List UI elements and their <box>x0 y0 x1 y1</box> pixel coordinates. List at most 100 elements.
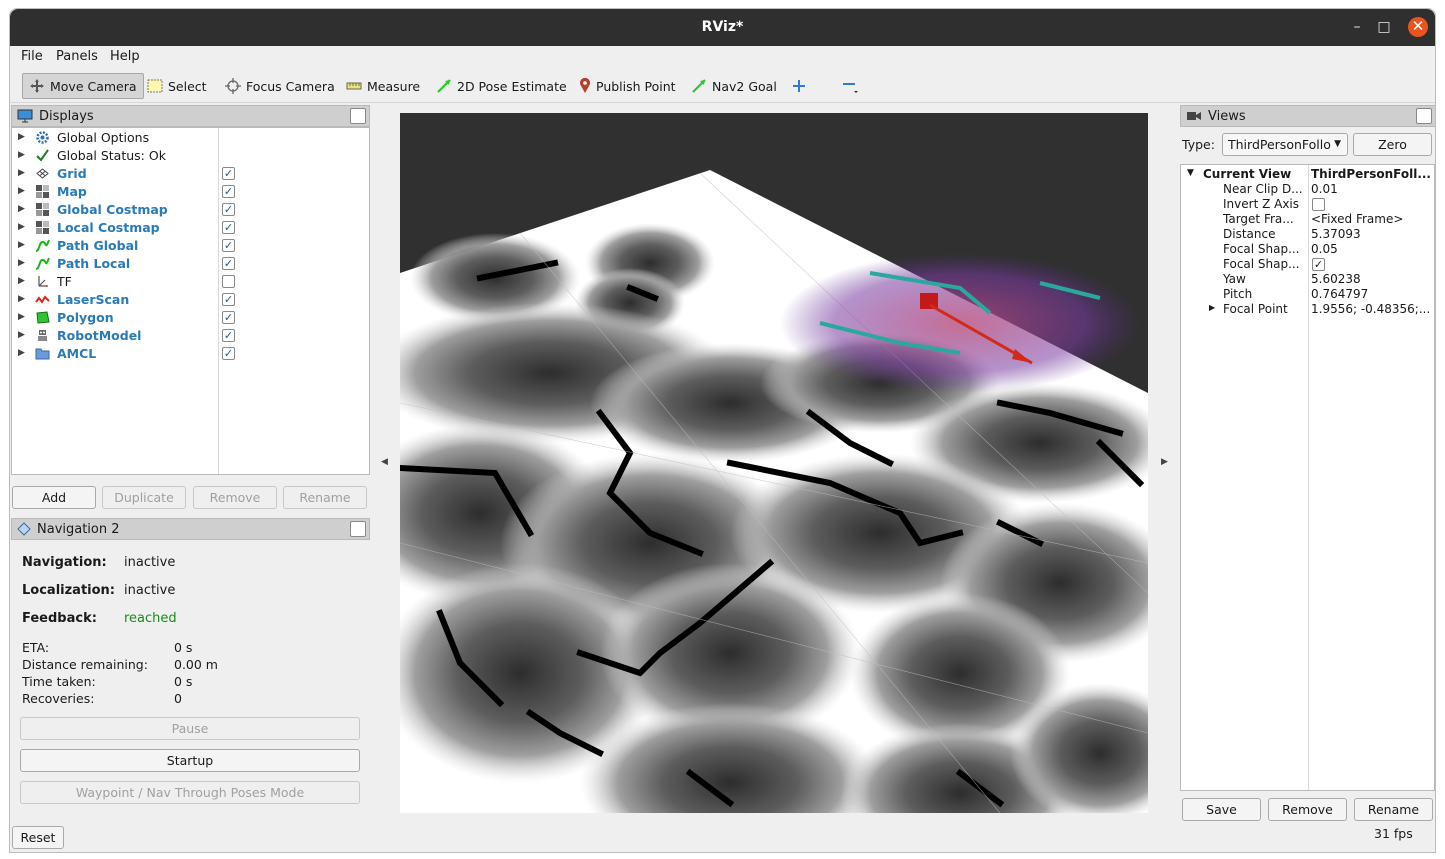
save-view-button[interactable]: Save <box>1182 798 1261 821</box>
view-property-row[interactable]: ▶ Focal Point 1.9556; -0.48356;... <box>1181 302 1434 317</box>
3d-render-viewport[interactable] <box>400 113 1148 813</box>
nav2-goal-button[interactable]: Nav2 Goal <box>685 73 783 99</box>
collapse-left-icon[interactable]: ◀ <box>381 457 388 467</box>
reset-button[interactable]: Reset <box>12 826 64 849</box>
display-item-map[interactable]: ▶ Map ✓ <box>12 183 369 201</box>
view-property-row[interactable]: Focal Shap... ✓ <box>1181 257 1434 272</box>
publish-point-button[interactable]: Publish Point <box>573 73 682 99</box>
view-property-row[interactable]: Focal Shap... 0.05 <box>1181 242 1434 257</box>
display-enable-checkbox[interactable]: ✓ <box>222 311 235 324</box>
displays-undock-checkbox[interactable] <box>350 108 366 124</box>
remove-tool-button[interactable] <box>835 73 865 99</box>
views-undock-checkbox[interactable] <box>1416 108 1432 124</box>
localization-value: inactive <box>124 583 176 598</box>
2d-pose-estimate-label: 2D Pose Estimate <box>457 78 567 94</box>
remove-display-button[interactable]: Remove <box>193 486 277 509</box>
display-enable-checkbox[interactable]: ✓ <box>222 185 235 198</box>
expand-arrow-icon[interactable]: ▶ <box>18 132 25 142</box>
view-property-row[interactable]: Invert Z Axis <box>1181 197 1434 212</box>
display-enable-checkbox[interactable]: ✓ <box>222 167 235 180</box>
menu-file[interactable]: File <box>21 49 43 64</box>
expand-arrow-icon[interactable]: ▶ <box>18 294 25 304</box>
collapse-right-icon[interactable]: ▶ <box>1161 457 1168 467</box>
current-view-row[interactable]: ▼ Current View ThirdPersonFoll... <box>1181 167 1434 182</box>
display-enable-checkbox[interactable]: ✓ <box>222 347 235 360</box>
minimize-icon[interactable]: – <box>1347 17 1367 37</box>
display-item-global-options[interactable]: ▶ Global Options <box>12 129 369 147</box>
display-item-laserscan[interactable]: ▶ LaserScan ✓ <box>12 291 369 309</box>
zero-button[interactable]: Zero <box>1353 133 1432 156</box>
startup-button[interactable]: Startup <box>20 749 360 772</box>
view-type-select[interactable]: ThirdPersonFollo ▼ <box>1222 133 1348 156</box>
rename-view-button[interactable]: Rename <box>1354 798 1433 821</box>
view-property-value[interactable]: 0.01 <box>1311 182 1433 196</box>
close-icon[interactable]: ✕ <box>1408 17 1428 37</box>
expand-arrow-icon[interactable]: ▶ <box>18 168 25 178</box>
rename-display-button[interactable]: Rename <box>283 486 367 509</box>
view-property-row[interactable]: Pitch 0.764797 <box>1181 287 1434 302</box>
display-item-path-local[interactable]: ▶ Path Local ✓ <box>12 255 369 273</box>
display-item-polygon[interactable]: ▶ Polygon ✓ <box>12 309 369 327</box>
view-property-checkbox[interactable] <box>1312 198 1325 211</box>
expand-arrow-icon[interactable]: ▶ <box>18 276 25 286</box>
expand-arrow-icon[interactable]: ▶ <box>18 186 25 196</box>
expand-arrow-icon[interactable]: ▶ <box>18 312 25 322</box>
view-property-checkbox[interactable]: ✓ <box>1312 258 1325 271</box>
display-enable-checkbox[interactable] <box>222 275 235 288</box>
maximize-icon[interactable]: □ <box>1374 17 1394 37</box>
expand-arrow-icon[interactable]: ▶ <box>18 240 25 250</box>
expand-arrow-icon[interactable]: ▶ <box>18 258 25 268</box>
select-button[interactable]: Select <box>141 73 213 99</box>
view-property-row[interactable]: Near Clip D... 0.01 <box>1181 182 1434 197</box>
display-enable-checkbox[interactable]: ✓ <box>222 203 235 216</box>
menu-help[interactable]: Help <box>110 49 140 64</box>
view-property-value[interactable]: 5.60238 <box>1311 272 1433 286</box>
2d-pose-estimate-button[interactable]: 2D Pose Estimate <box>430 73 573 99</box>
display-enable-checkbox[interactable]: ✓ <box>222 293 235 306</box>
display-item-robotmodel[interactable]: ▶ RobotModel ✓ <box>12 327 369 345</box>
measure-button[interactable]: Measure <box>340 73 426 99</box>
add-tool-button[interactable] <box>786 73 812 99</box>
nav2-undock-checkbox[interactable] <box>350 521 366 537</box>
plus-icon <box>793 80 805 92</box>
rviz-window: RViz* – □ ✕ File Panels Help Move Camera… <box>9 8 1436 853</box>
display-item-global-status-ok[interactable]: ▶ Global Status: Ok <box>12 147 369 165</box>
focus-camera-button[interactable]: Focus Camera <box>219 73 341 99</box>
view-property-value[interactable]: 1.9556; -0.48356;... <box>1311 302 1433 316</box>
view-property-value[interactable]: <Fixed Frame> <box>1311 212 1433 226</box>
duplicate-display-button[interactable]: Duplicate <box>102 486 186 509</box>
expand-arrow-icon[interactable]: ▶ <box>18 348 25 358</box>
view-property-row[interactable]: Yaw 5.60238 <box>1181 272 1434 287</box>
move-camera-button[interactable]: Move Camera <box>22 73 144 99</box>
waypoint-mode-button[interactable]: Waypoint / Nav Through Poses Mode <box>20 781 360 804</box>
display-enable-checkbox[interactable]: ✓ <box>222 221 235 234</box>
eta-label: ETA: <box>22 640 50 655</box>
add-display-button[interactable]: Add <box>12 486 96 509</box>
display-item-path-global[interactable]: ▶ Path Global ✓ <box>12 237 369 255</box>
display-item-amcl[interactable]: ▶ AMCL ✓ <box>12 345 369 363</box>
display-item-grid[interactable]: ▶ Grid ✓ <box>12 165 369 183</box>
expand-arrow-icon[interactable]: ▼ <box>1187 168 1194 178</box>
view-property-value[interactable]: 5.37093 <box>1311 227 1433 241</box>
move-camera-label: Move Camera <box>50 78 137 94</box>
display-enable-checkbox[interactable]: ✓ <box>222 239 235 252</box>
display-item-local-costmap[interactable]: ▶ Local Costmap ✓ <box>12 219 369 237</box>
pause-button[interactable]: Pause <box>20 717 360 740</box>
display-enable-checkbox[interactable]: ✓ <box>222 329 235 342</box>
expand-arrow-icon[interactable]: ▶ <box>18 222 25 232</box>
view-property-value[interactable]: 0.764797 <box>1311 287 1433 301</box>
expand-arrow-icon[interactable]: ▶ <box>18 204 25 214</box>
map-icon <box>35 202 50 217</box>
title-bar: RViz* – □ ✕ <box>10 9 1435 46</box>
view-property-value[interactable]: 0.05 <box>1311 242 1433 256</box>
expand-arrow-icon[interactable]: ▶ <box>1209 303 1215 312</box>
display-item-tf[interactable]: ▶ TF <box>12 273 369 291</box>
display-enable-checkbox[interactable]: ✓ <box>222 257 235 270</box>
display-item-global-costmap[interactable]: ▶ Global Costmap ✓ <box>12 201 369 219</box>
expand-arrow-icon[interactable]: ▶ <box>18 330 25 340</box>
view-property-row[interactable]: Target Fra... <Fixed Frame> <box>1181 212 1434 227</box>
expand-arrow-icon[interactable]: ▶ <box>18 150 25 160</box>
remove-view-button[interactable]: Remove <box>1268 798 1347 821</box>
menu-panels[interactable]: Panels <box>56 49 98 64</box>
view-property-row[interactable]: Distance 5.37093 <box>1181 227 1434 242</box>
